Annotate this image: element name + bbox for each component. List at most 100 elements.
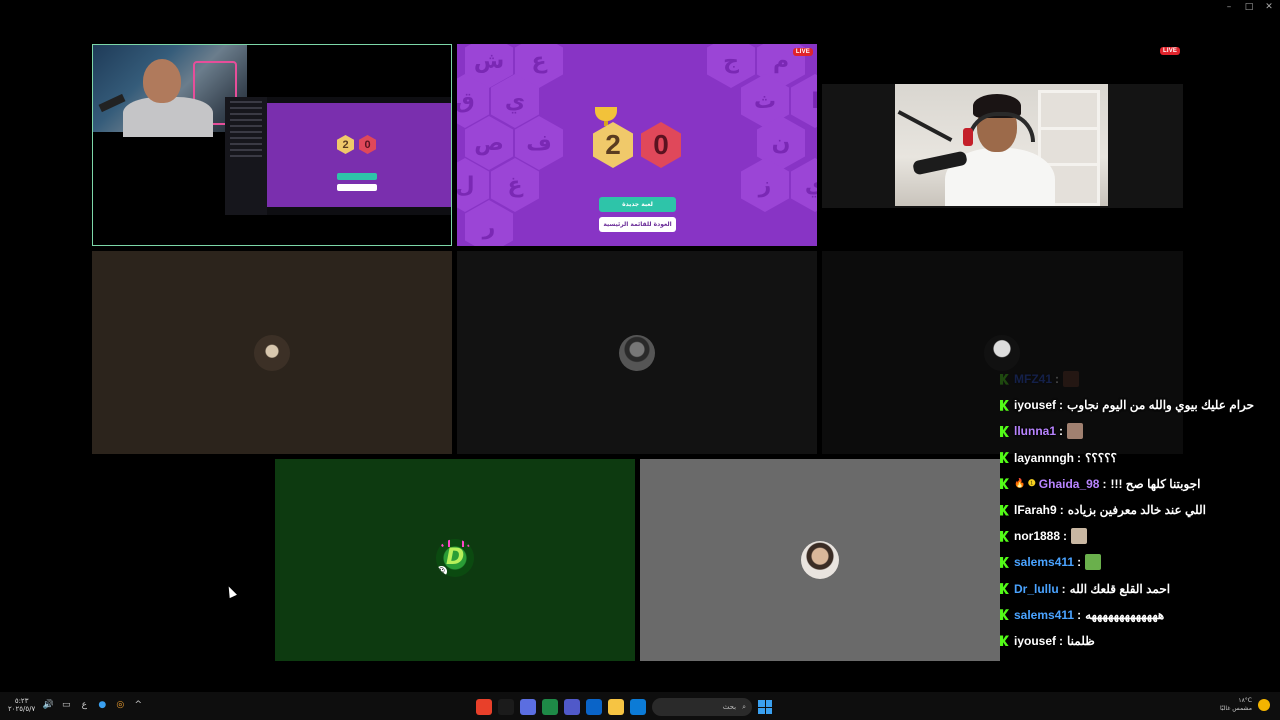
streamer-head (143, 59, 181, 103)
kick-icon (1000, 556, 1009, 568)
chat-username[interactable]: nor1888 (1014, 529, 1060, 543)
live-badge: LIVE (1160, 47, 1181, 55)
tile-screen-share[interactable]: 2 0 (92, 44, 452, 246)
kick-icon (1000, 399, 1009, 411)
mini-game-view: 2 0 (267, 103, 451, 207)
tile-participant[interactable] (457, 251, 817, 454)
chat-username[interactable]: layannngh (1014, 451, 1074, 465)
chat-separator: : (1059, 503, 1064, 518)
emote-icon (1071, 528, 1088, 545)
taskbar-app-icon[interactable] (564, 699, 580, 715)
chevron-up-icon[interactable]: ^ (133, 700, 143, 710)
chat-username[interactable]: Dr_lullu (1014, 582, 1059, 596)
chat-message: MFZ41: (1000, 366, 1270, 392)
streamer-camera (93, 45, 247, 137)
microphone-tray-icon[interactable]: ● (97, 700, 107, 710)
search-label: بحث (722, 703, 737, 711)
windows-start-icon[interactable] (758, 700, 772, 714)
chat-username[interactable]: salems411 (1014, 555, 1074, 569)
chat-separator: : (1059, 633, 1064, 648)
chat-message: layannngh: ؟؟؟؟؟ (1000, 445, 1270, 471)
mic-arm (897, 110, 953, 142)
taskbar-app-icon[interactable] (586, 699, 602, 715)
taskbar-app-icon[interactable] (476, 699, 492, 715)
taskbar-app-icon[interactable] (608, 699, 624, 715)
kick-icon (1000, 373, 1009, 385)
mini-score-left: 2 (337, 135, 354, 154)
streamer-body (123, 97, 213, 137)
mini-score-right: 0 (359, 135, 376, 154)
bg-hex-letter: ا (791, 74, 817, 128)
chat-username[interactable]: iyousef (1014, 634, 1056, 648)
minimize-icon[interactable]: – (1224, 0, 1234, 14)
chat-text: هههههههههههههه (1085, 607, 1165, 622)
tile-participant[interactable] (640, 459, 1000, 661)
kick-icon (1000, 530, 1009, 542)
chat-overlay: MFZ41: iyousef: حرام عليك بيوي والله من ال… (1000, 366, 1270, 654)
new-game-button[interactable]: لعبة جديدة (599, 197, 676, 212)
volume-icon[interactable]: 🔊 (43, 700, 54, 710)
search-icon: ⌕ (742, 702, 746, 711)
mini-home-button (337, 184, 377, 191)
chat-text: اجوبتنا كلها صح !!! (1110, 476, 1201, 491)
chat-message: nor1888: (1000, 523, 1270, 549)
kick-icon (1000, 425, 1009, 437)
avatar (801, 541, 839, 579)
chat-username[interactable]: MFZ41 (1014, 372, 1052, 386)
kick-icon (1000, 478, 1009, 490)
chat-username[interactable]: Ghaida_98 (1039, 477, 1100, 491)
chat-separator: : (1077, 555, 1082, 570)
clock[interactable]: ٥:٢٣ ٢٠٢٥/٥/٧ (8, 697, 35, 713)
chat-separator: : (1059, 424, 1064, 439)
taskbar-app-icon[interactable] (630, 699, 646, 715)
kick-icon (1000, 452, 1009, 464)
chat-username[interactable]: iyousef (1014, 398, 1056, 412)
kick-icon (1000, 583, 1009, 595)
chat-message: lFarah9: اللي عند خالد معرفين بزياده (1000, 497, 1270, 523)
main-menu-button[interactable]: العودة للقائمة الرئيسية (599, 217, 676, 232)
taskbar-search[interactable]: بحث ⌕ (652, 698, 752, 716)
weather-widget[interactable]: ١٨°C مشمس غالبًا (1220, 697, 1270, 713)
taskbar-app-icon[interactable] (498, 699, 514, 715)
bg-hex-letter: ف (515, 116, 563, 170)
tile-participant[interactable]: D ☺ (275, 459, 635, 661)
kick-icon (1000, 609, 1009, 621)
kick-icon (1000, 504, 1009, 516)
tile-game[interactable]: ش ع ق ي ص ف ل غ ر ج م ث ا ن ز ي LIVE 2 0… (457, 44, 817, 246)
chat-username[interactable]: salems411 (1014, 608, 1074, 622)
app-tray-icon[interactable]: ◎ (115, 700, 125, 710)
chat-separator: : (1061, 581, 1066, 596)
chat-username[interactable]: lFarah9 (1014, 503, 1057, 517)
maximize-icon[interactable]: □ (1244, 0, 1254, 14)
system-tray: ٥:٢٣ ٢٠٢٥/٥/٧ 🔊 ▭ ع ● ◎ ^ (8, 697, 143, 713)
tile-camera-guest[interactable] (822, 84, 1183, 208)
kick-icon (1000, 635, 1009, 647)
mouse-cursor-icon (225, 584, 237, 599)
language-indicator[interactable]: ع (79, 700, 89, 710)
chat-message: salems411: هههههههههههههه (1000, 602, 1270, 628)
chat-text: احمد القلع قلعك الله (1069, 581, 1171, 596)
mini-sidebar (225, 97, 267, 215)
bg-hex-letter: ص (465, 116, 513, 170)
guest-camera (895, 84, 1108, 206)
avatar (254, 335, 290, 371)
emote-badge-icon: ☺ (436, 566, 447, 577)
trophy-icon (595, 107, 617, 126)
chat-separator: : (1102, 476, 1107, 491)
network-icon[interactable]: ▭ (61, 700, 71, 710)
mini-new-game-button (337, 173, 377, 180)
chat-separator: : (1077, 450, 1082, 465)
chat-text: ؟؟؟؟؟ (1085, 450, 1117, 465)
taskbar-app-icon[interactable] (520, 699, 536, 715)
chat-username[interactable]: llunna1 (1014, 424, 1056, 438)
close-icon[interactable]: ✕ (1264, 0, 1274, 14)
weather-desc: مشمس غالبًا (1219, 705, 1252, 712)
microphone-icon (98, 93, 126, 113)
score-team-right: 0 (641, 122, 681, 168)
emote-icon (1063, 371, 1080, 388)
chat-message: llunna1: (1000, 418, 1270, 444)
taskbar: ٥:٢٣ ٢٠٢٥/٥/٧ 🔊 ▭ ع ● ◎ ^ بحث ⌕ ١٨°C مشم… (0, 692, 1280, 720)
tile-participant[interactable] (92, 251, 452, 454)
taskbar-app-icon[interactable] (542, 699, 558, 715)
shared-screen-preview: 2 0 (225, 97, 451, 215)
